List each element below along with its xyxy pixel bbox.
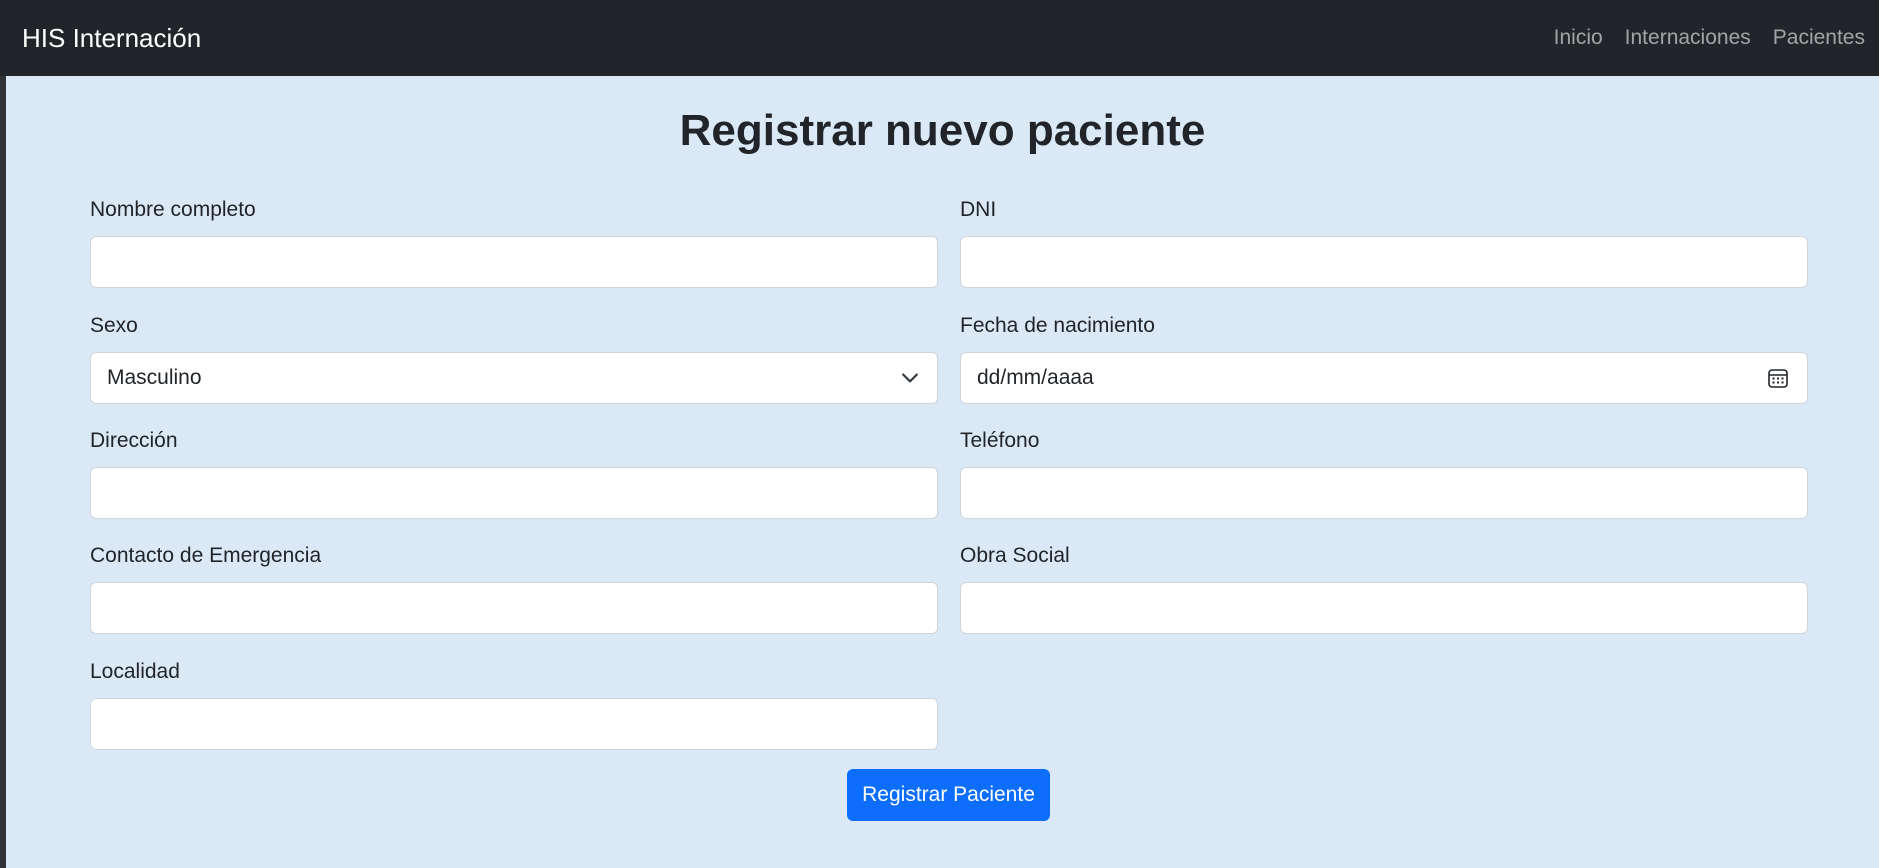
telefono-input[interactable]: [960, 467, 1808, 519]
contacto-emergencia-label: Contacto de Emergencia: [90, 544, 322, 567]
nombre-label: Nombre completo: [90, 198, 256, 221]
dni-input[interactable]: [960, 236, 1808, 288]
sexo-select[interactable]: Masculino: [90, 352, 938, 404]
navbar-brand[interactable]: HIS Internación: [22, 23, 201, 54]
fecha-nacimiento-label: Fecha de nacimiento: [960, 314, 1155, 337]
nav-link-pacientes[interactable]: Pacientes: [1773, 26, 1865, 50]
page-title: Registrar nuevo paciente: [679, 106, 1206, 155]
contacto-emergencia-input[interactable]: [90, 582, 938, 634]
chevron-down-icon: [902, 373, 918, 383]
navbar: HIS Internación Inicio Internaciones Pac…: [0, 0, 1879, 76]
field-direccion: Dirección: [90, 427, 938, 519]
field-obra-social: Obra Social: [960, 542, 1808, 634]
field-sexo: Sexo Masculino: [90, 312, 938, 404]
sexo-selected-value: Masculino: [107, 366, 202, 389]
nav-link-inicio[interactable]: Inicio: [1554, 26, 1603, 50]
localidad-label: Localidad: [90, 660, 180, 683]
field-telefono: Teléfono: [960, 427, 1808, 519]
field-fecha-nacimiento: Fecha de nacimiento dd/mm/aaaa: [960, 312, 1808, 404]
obra-social-label: Obra Social: [960, 544, 1070, 567]
direccion-label: Dirección: [90, 429, 178, 452]
nav-link-internaciones[interactable]: Internaciones: [1625, 26, 1751, 50]
field-dni: DNI: [960, 196, 1808, 288]
field-nombre: Nombre completo: [90, 196, 938, 288]
dni-label: DNI: [960, 198, 997, 221]
fecha-nacimiento-placeholder: dd/mm/aaaa: [977, 366, 1094, 389]
direccion-input[interactable]: [90, 467, 938, 519]
nombre-input[interactable]: [90, 236, 938, 288]
field-localidad: Localidad: [90, 658, 938, 750]
registrar-paciente-button[interactable]: Registrar Paciente: [847, 769, 1050, 821]
localidad-input[interactable]: [90, 698, 938, 750]
fecha-nacimiento-input[interactable]: dd/mm/aaaa: [960, 352, 1808, 404]
main-content: Registrar nuevo paciente Nombre completo…: [6, 76, 1879, 868]
obra-social-input[interactable]: [960, 582, 1808, 634]
nav-links: Inicio Internaciones Pacientes: [1554, 26, 1865, 50]
sexo-label: Sexo: [90, 314, 138, 337]
telefono-label: Teléfono: [960, 429, 1040, 452]
calendar-icon[interactable]: [1767, 367, 1789, 389]
field-contacto-emergencia: Contacto de Emergencia: [90, 542, 938, 634]
